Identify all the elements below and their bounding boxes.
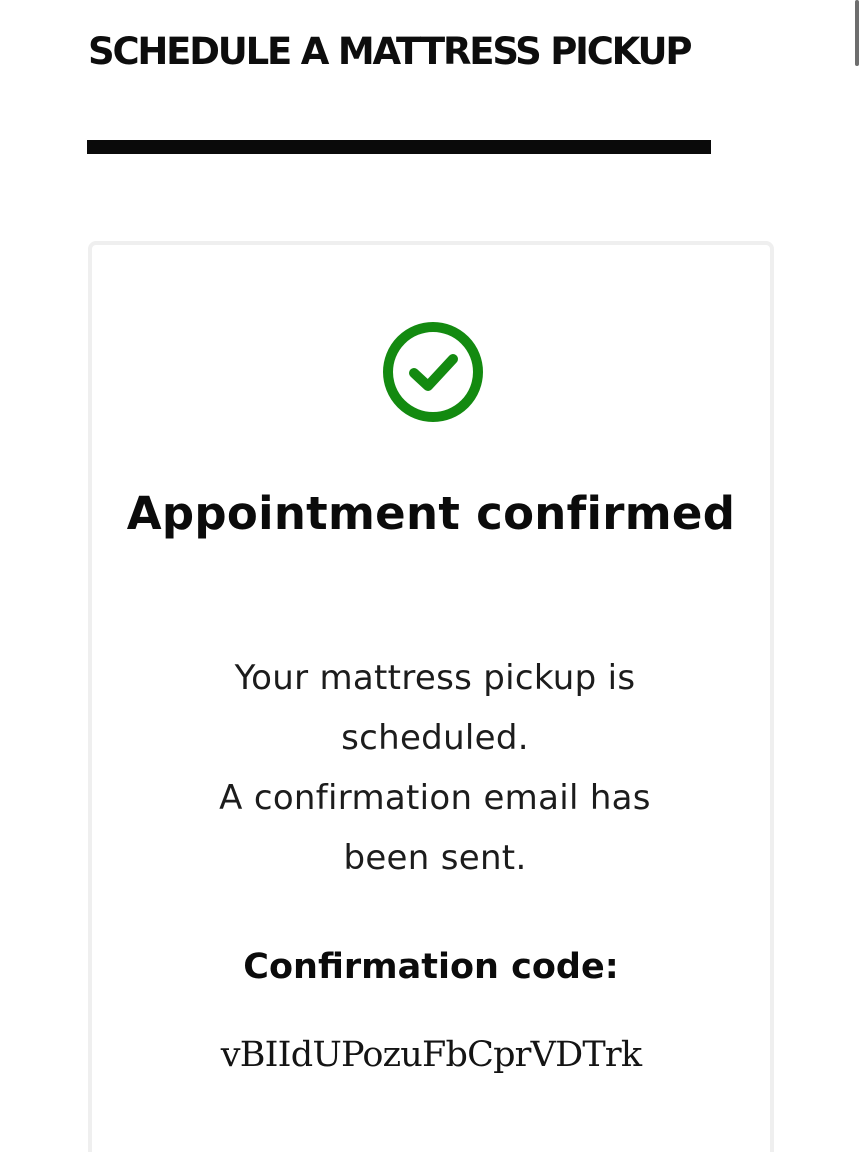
confirmation-heading: Appointment confirmed <box>126 487 736 540</box>
check-circle-ring <box>383 322 483 422</box>
title-divider <box>87 140 711 154</box>
confirmation-message-line: Your mattress pickup is scheduled. <box>234 658 636 758</box>
scrollbar-thumb[interactable] <box>855 0 859 66</box>
check-mark <box>409 354 458 391</box>
confirmation-message: Your mattress pickup is scheduled. A con… <box>172 648 698 888</box>
confirmation-code-label: Confirmation code: <box>243 947 619 987</box>
page-title: SCHEDULE A MATTRESS PICKUP <box>88 30 692 73</box>
confirmation-code-value: vBIIdUPozuFbCprVDTrk <box>220 1035 642 1075</box>
confirmation-message-line: A confirmation email has been sent. <box>219 778 651 878</box>
confirmation-card: Appointment confirmed Your mattress pick… <box>88 241 774 1152</box>
check-circle-icon <box>379 318 487 426</box>
